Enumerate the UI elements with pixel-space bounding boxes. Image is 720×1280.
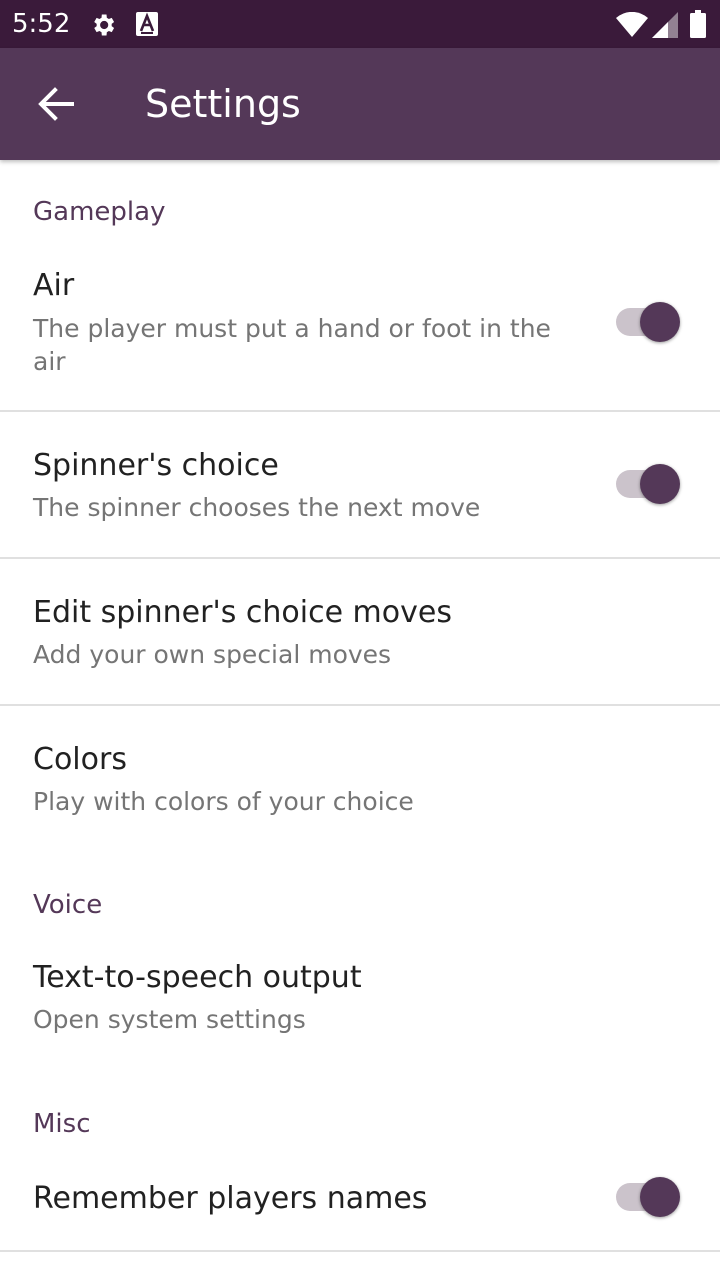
status-time: 5:52: [12, 9, 71, 39]
pref-summary: Play with colors of your choice: [33, 787, 414, 816]
pref-summary: The spinner chooses the next move: [33, 493, 481, 522]
pref-title: Spinner's choice: [33, 448, 279, 483]
arrow-back-icon: [38, 87, 74, 121]
pref-summary: The player must put a hand or foot in th…: [33, 314, 551, 376]
pref-edit-moves[interactable]: Edit spinner's choice moves Add your own…: [0, 559, 720, 705]
pref-title: Text-to-speech output: [33, 960, 362, 995]
divider: [0, 1250, 720, 1252]
switch-thumb: [640, 464, 680, 504]
pref-tts[interactable]: Text-to-speech output Open system settin…: [0, 926, 720, 1072]
pref-title: Colors: [33, 742, 127, 777]
air-switch[interactable]: [614, 300, 682, 344]
pref-colors[interactable]: Colors Play with colors of your choice: [0, 706, 720, 852]
switch-thumb: [640, 1177, 680, 1217]
remember-names-switch[interactable]: [614, 1175, 682, 1219]
battery-icon: [690, 10, 706, 38]
pref-remember-names[interactable]: Remember players names: [0, 1150, 720, 1250]
switch-thumb: [640, 302, 680, 342]
pref-air[interactable]: Air The player must put a hand or foot i…: [0, 250, 720, 410]
status-bar: 5:52: [0, 0, 720, 48]
spinners-choice-switch[interactable]: [614, 462, 682, 506]
pref-summary: Add your own special moves: [33, 640, 392, 669]
page-title: Settings: [145, 82, 301, 126]
pref-title: Edit spinner's choice moves: [33, 595, 452, 630]
category-misc: Misc: [33, 1109, 91, 1139]
settings-gear-icon: [94, 14, 115, 36]
app-bar: Settings: [0, 48, 720, 160]
category-voice: Voice: [33, 890, 103, 920]
signal-icon: [652, 12, 678, 38]
settings-list: Gameplay Air The player must put a hand …: [0, 160, 720, 1280]
pref-title: Air: [33, 268, 75, 303]
pref-spinners-choice[interactable]: Spinner's choice The spinner chooses the…: [0, 412, 720, 558]
back-button[interactable]: [28, 76, 84, 132]
pref-summary: Open system settings: [33, 1005, 306, 1034]
pref-title: Remember players names: [33, 1181, 428, 1216]
wifi-icon: [616, 12, 648, 37]
category-gameplay: Gameplay: [33, 197, 166, 227]
accessibility-a-icon: [136, 12, 158, 36]
